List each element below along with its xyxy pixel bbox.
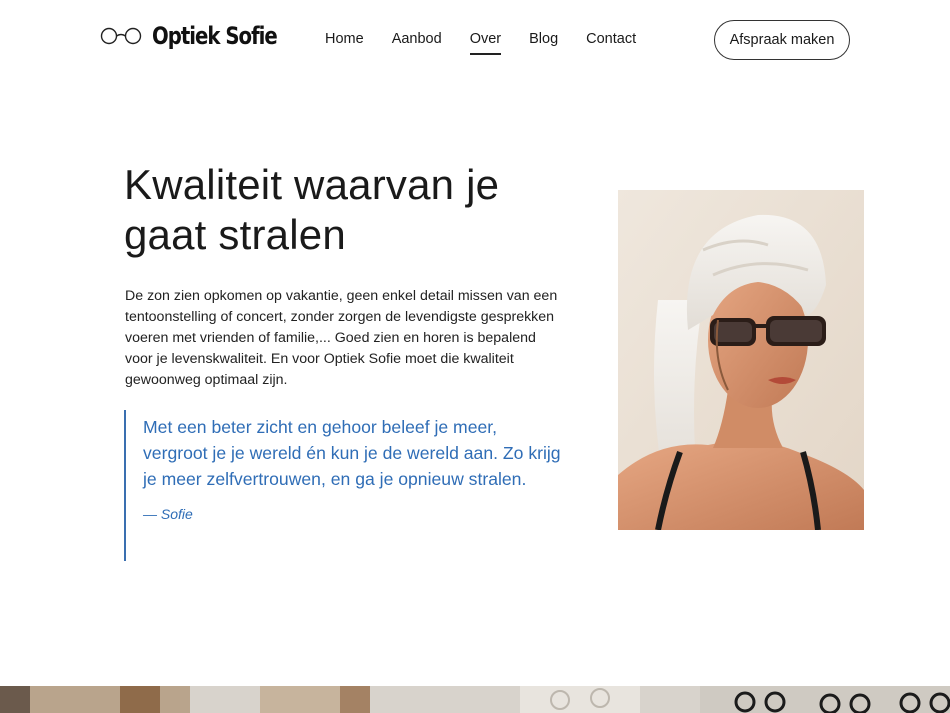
woman-sunglasses-photo	[618, 190, 864, 530]
page-title: Kwaliteit waarvan je gaat stralen	[124, 160, 564, 260]
testimonial-quote: Met een beter zicht en gehoor beleef je …	[124, 410, 564, 561]
main-nav: Home Aanbod Over Blog Contact	[325, 31, 636, 55]
quote-text: Met een beter zicht en gehoor beleef je …	[143, 417, 561, 489]
glasses-icon	[100, 27, 142, 45]
nav-item-blog[interactable]: Blog	[529, 31, 558, 55]
nav-item-home[interactable]: Home	[325, 31, 364, 55]
nav-item-over[interactable]: Over	[469, 31, 502, 55]
site-header: Optiek Sofie Home Aanbod Over Blog Conta…	[0, 0, 950, 80]
nav-item-contact[interactable]: Contact	[586, 31, 636, 55]
brand-logo[interactable]: Optiek Sofie	[100, 22, 304, 50]
nav-item-aanbod[interactable]: Aanbod	[392, 31, 442, 55]
title-line-1: Kwaliteit waarvan je	[124, 161, 500, 208]
title-line-2: gaat stralen	[124, 211, 346, 258]
book-appointment-button[interactable]: Afspraak maken	[714, 20, 850, 60]
intro-paragraph: De zon zien opkomen op vakantie, geen en…	[125, 288, 558, 388]
quote-author: — Sofie	[143, 506, 193, 522]
brand-name: Optiek Sofie	[152, 22, 278, 50]
shop-interior-banner	[0, 686, 950, 713]
